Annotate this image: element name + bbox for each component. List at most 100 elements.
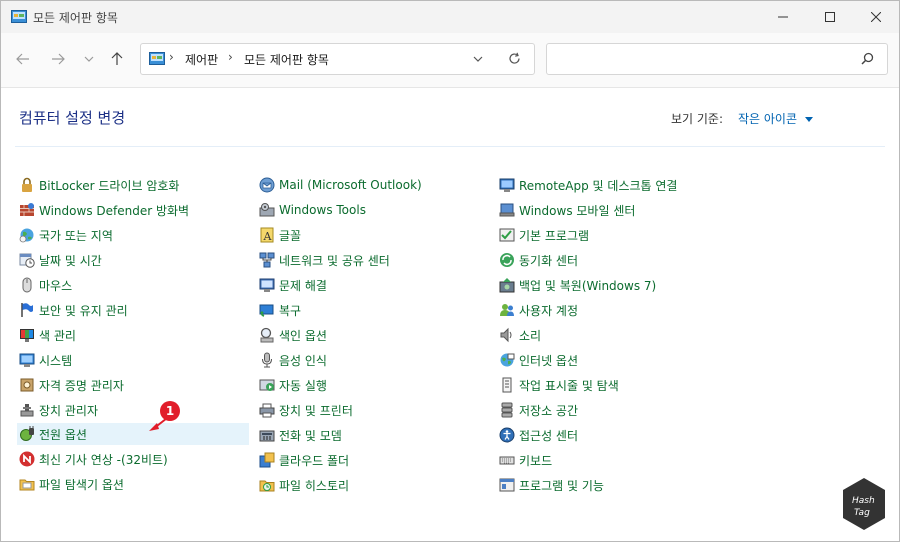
item-devices-printers[interactable]: 장치 및 프린터: [257, 399, 489, 421]
search-icon[interactable]: [861, 52, 874, 65]
item-internet-options[interactable]: 인터넷 옵션: [497, 349, 729, 371]
view-by-dropdown[interactable]: 작은 아이콘: [738, 110, 813, 127]
item-region[interactable]: 국가 또는 지역: [17, 224, 249, 246]
item-sync-center[interactable]: 동기화 센터: [497, 249, 729, 271]
item-programs-features[interactable]: 프로그램 및 기능: [497, 474, 729, 496]
up-button[interactable]: [104, 46, 130, 72]
forward-button[interactable]: [45, 46, 71, 72]
item-label[interactable]: 저장소 공간: [519, 402, 578, 419]
item-label[interactable]: 자동 실행: [279, 377, 327, 394]
minimize-button[interactable]: [760, 1, 806, 33]
item-label[interactable]: 문제 해결: [279, 277, 327, 294]
item-label[interactable]: 백업 및 복원(Windows 7): [519, 277, 656, 294]
item-label[interactable]: Mail (Microsoft Outlook): [279, 178, 422, 192]
item-label[interactable]: 동기화 센터: [519, 252, 578, 269]
item-label[interactable]: RemoteApp 및 데스크톱 연결: [519, 177, 677, 194]
item-label[interactable]: Windows 모바일 센터: [519, 202, 635, 219]
item-label[interactable]: 장치 관리자: [39, 402, 98, 419]
maximize-button[interactable]: [807, 1, 853, 33]
item-taskbar-navigation[interactable]: 작업 표시줄 및 탐색: [497, 374, 729, 396]
item-label[interactable]: 사용자 계정: [519, 302, 578, 319]
back-button[interactable]: [10, 46, 36, 72]
item-label[interactable]: 전화 및 모뎀: [279, 427, 342, 444]
breadcrumb-all-items[interactable]: 모든 제어판 항목: [244, 51, 329, 68]
item-troubleshooting[interactable]: 문제 해결: [257, 274, 489, 296]
item-power-options[interactable]: 전원 옵션: [17, 423, 249, 445]
breadcrumb-control-panel[interactable]: 제어판: [185, 51, 218, 68]
item-label[interactable]: BitLocker 드라이브 암호화: [39, 177, 179, 194]
view-by-value[interactable]: 작은 아이콘: [738, 112, 797, 126]
item-label[interactable]: 색인 옵션: [279, 327, 327, 344]
item-keyboard[interactable]: 키보드: [497, 449, 729, 471]
watermark-logo: Hash Tag: [843, 478, 885, 530]
item-user-accounts[interactable]: 사용자 계정: [497, 299, 729, 321]
search-box[interactable]: [546, 43, 888, 75]
item-label[interactable]: 네트워크 및 공유 센터: [279, 252, 390, 269]
item-mail[interactable]: Mail (Microsoft Outlook): [257, 174, 489, 196]
item-storage-spaces[interactable]: 저장소 공간: [497, 399, 729, 421]
item-label[interactable]: 음성 인식: [279, 352, 327, 369]
item-label[interactable]: 최신 기사 연상 -(32비트): [39, 451, 168, 468]
item-cloud-folders[interactable]: 클라우드 폴더: [257, 449, 489, 471]
item-label[interactable]: 클라우드 폴더: [279, 452, 349, 469]
item-label[interactable]: 전원 옵션: [39, 426, 87, 443]
breadcrumb-separator-icon[interactable]: ›: [169, 50, 174, 64]
item-label[interactable]: 프로그램 및 기능: [519, 477, 604, 494]
item-fonts[interactable]: A 글꼴: [257, 224, 489, 246]
item-label[interactable]: 날짜 및 시간: [39, 252, 102, 269]
item-phone-modem[interactable]: 전화 및 모뎀: [257, 424, 489, 446]
item-label[interactable]: 마우스: [39, 277, 72, 294]
item-default-programs[interactable]: 기본 프로그램: [497, 224, 729, 246]
item-label[interactable]: 복구: [279, 302, 301, 319]
item-label[interactable]: 글꼴: [279, 227, 301, 244]
item-label[interactable]: 작업 표시줄 및 탐색: [519, 377, 619, 394]
item-label[interactable]: Windows Defender 방화벽: [39, 202, 189, 219]
recent-locations-button[interactable]: [76, 46, 102, 72]
item-label[interactable]: 국가 또는 지역: [39, 227, 113, 244]
item-datetime[interactable]: 날짜 및 시간: [17, 249, 249, 271]
divider: [15, 146, 885, 147]
item-speech-recognition[interactable]: 음성 인식: [257, 349, 489, 371]
item-label[interactable]: 색 관리: [39, 327, 76, 344]
item-news[interactable]: 최신 기사 연상 -(32비트): [17, 448, 249, 470]
item-label[interactable]: 보안 및 유지 관리: [39, 302, 128, 319]
chevron-down-icon[interactable]: [473, 56, 483, 63]
item-sound[interactable]: 소리: [497, 324, 729, 346]
breadcrumb-separator-icon[interactable]: ›: [228, 50, 233, 64]
item-security-maintenance[interactable]: 보안 및 유지 관리: [17, 299, 249, 321]
item-recovery[interactable]: 복구: [257, 299, 489, 321]
item-label[interactable]: 장치 및 프린터: [279, 402, 353, 419]
item-label[interactable]: 시스템: [39, 352, 72, 369]
item-autoplay[interactable]: 자동 실행: [257, 374, 489, 396]
item-color-management[interactable]: 색 관리: [17, 324, 249, 346]
item-network-sharing[interactable]: 네트워크 및 공유 센터: [257, 249, 489, 271]
caret-down-icon[interactable]: [804, 116, 813, 123]
item-credential-manager[interactable]: 자격 증명 관리자: [17, 374, 249, 396]
item-label[interactable]: 기본 프로그램: [519, 227, 589, 244]
item-mouse[interactable]: 마우스: [17, 274, 249, 296]
address-bar[interactable]: › 제어판 › 모든 제어판 항목: [140, 43, 535, 75]
item-bitlocker[interactable]: BitLocker 드라이브 암호화: [17, 174, 249, 196]
item-label[interactable]: 접근성 센터: [519, 427, 578, 444]
close-button[interactable]: [853, 1, 899, 33]
item-label[interactable]: 자격 증명 관리자: [39, 377, 124, 394]
item-mobility-center[interactable]: Windows 모바일 센터: [497, 199, 729, 221]
item-label[interactable]: 소리: [519, 327, 541, 344]
item-device-manager[interactable]: 장치 관리자: [17, 399, 249, 421]
item-remoteapp[interactable]: RemoteApp 및 데스크톱 연결: [497, 174, 729, 196]
item-backup-restore[interactable]: 백업 및 복원(Windows 7): [497, 274, 729, 296]
item-firewall[interactable]: Windows Defender 방화벽: [17, 199, 249, 221]
item-ease-of-access[interactable]: 접근성 센터: [497, 424, 729, 446]
item-indexing-options[interactable]: 색인 옵션: [257, 324, 489, 346]
item-label[interactable]: Windows Tools: [279, 203, 366, 217]
refresh-icon[interactable]: [508, 52, 521, 65]
item-system[interactable]: 시스템: [17, 349, 249, 371]
item-label[interactable]: 파일 히스토리: [279, 477, 349, 494]
item-label[interactable]: 인터넷 옵션: [519, 352, 578, 369]
item-folder-options[interactable]: 파일 탐색기 옵션: [17, 473, 249, 495]
item-label[interactable]: 파일 탐색기 옵션: [39, 476, 124, 493]
search-input[interactable]: [553, 48, 857, 70]
item-windows-tools[interactable]: Windows Tools: [257, 199, 489, 221]
item-file-history[interactable]: 파일 히스토리: [257, 474, 489, 496]
item-label[interactable]: 키보드: [519, 452, 552, 469]
